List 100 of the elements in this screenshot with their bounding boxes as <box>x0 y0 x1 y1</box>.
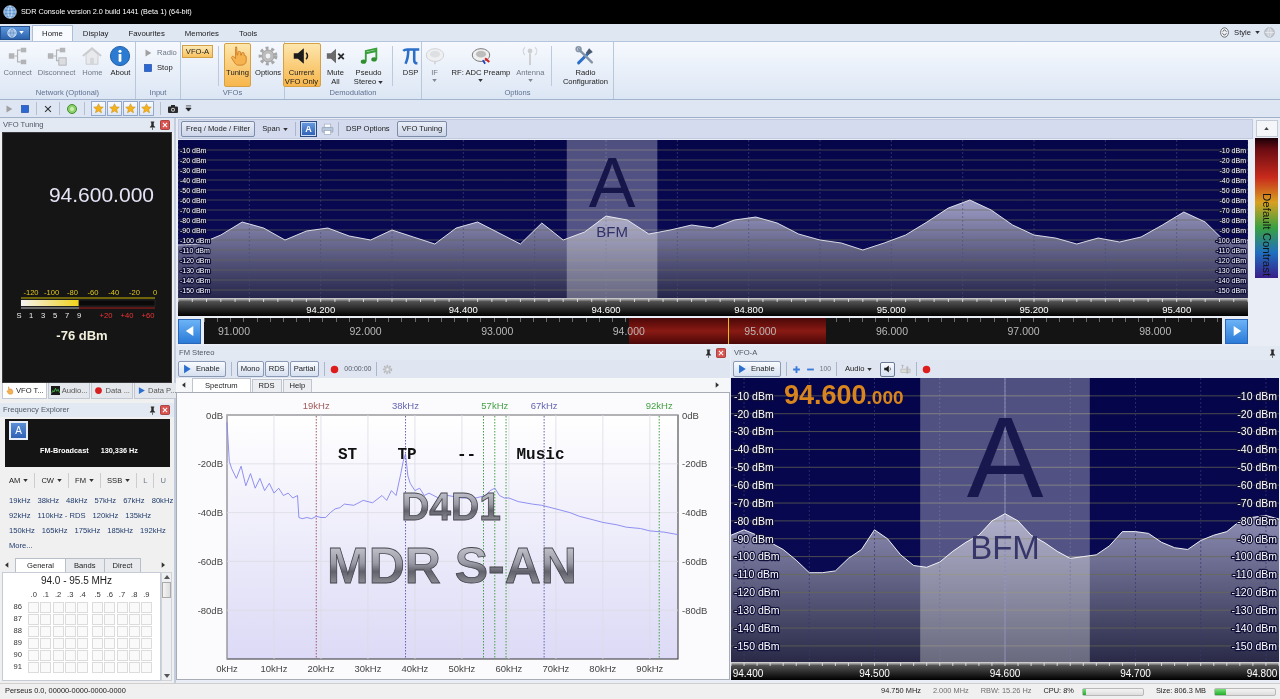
frequency-cell[interactable] <box>76 613 88 625</box>
frequency-cell[interactable] <box>76 625 88 637</box>
frequency-cell[interactable] <box>64 613 76 625</box>
frequency-cell[interactable] <box>28 625 40 637</box>
close-icon[interactable] <box>43 103 53 114</box>
frequency-cell[interactable] <box>140 613 152 625</box>
scrollbar[interactable] <box>161 572 172 681</box>
frequency-cell[interactable] <box>40 625 52 637</box>
plus-icon[interactable] <box>791 364 801 374</box>
frequency-cell[interactable] <box>64 637 76 649</box>
record-icon[interactable] <box>330 364 340 374</box>
vfo-button[interactable]: A <box>299 121 317 137</box>
frequency-cell[interactable] <box>92 661 104 673</box>
frequency-cell[interactable] <box>52 649 64 661</box>
scroll-down-icon[interactable] <box>163 674 170 678</box>
frequency-cell[interactable] <box>76 661 88 673</box>
frequency-cell[interactable] <box>64 625 76 637</box>
frequency-cell[interactable] <box>140 649 152 661</box>
frequency-cell[interactable] <box>76 637 88 649</box>
frequency-cell[interactable] <box>28 637 40 649</box>
close-icon[interactable] <box>160 405 170 415</box>
vfo-passband[interactable] <box>566 140 658 298</box>
scroll-left-icon[interactable] <box>182 382 186 388</box>
printer-icon[interactable] <box>320 122 334 136</box>
frequency-cell[interactable] <box>40 661 52 673</box>
favourite-button[interactable] <box>91 101 106 116</box>
frequency-cell[interactable] <box>116 625 128 637</box>
gear-icon[interactable] <box>382 363 394 375</box>
frequency-cell[interactable] <box>140 637 152 649</box>
frequency-cell[interactable] <box>116 601 128 613</box>
frequency-cell[interactable] <box>104 613 116 625</box>
frequency-cell[interactable] <box>128 649 140 661</box>
pin-icon[interactable] <box>1269 348 1276 358</box>
play-icon[interactable] <box>4 103 14 114</box>
frequency-cell[interactable] <box>40 637 52 649</box>
scroll-right-button[interactable] <box>1225 318 1248 344</box>
frequency-cell[interactable] <box>52 661 64 673</box>
scroll-left-button[interactable] <box>178 318 201 344</box>
frequency-cell[interactable] <box>128 661 140 673</box>
frequency-cell[interactable] <box>92 601 104 613</box>
speaker-button[interactable] <box>880 361 896 377</box>
frequency-cell[interactable] <box>128 601 140 613</box>
frequency-cell[interactable] <box>28 661 40 673</box>
frequency-cell[interactable] <box>92 625 104 637</box>
frequency-cell[interactable] <box>128 637 140 649</box>
frequency-cell[interactable] <box>92 613 104 625</box>
frequency-cell[interactable] <box>64 661 76 673</box>
frequency-cell[interactable] <box>40 601 52 613</box>
pin-icon[interactable] <box>705 348 712 358</box>
scroll-right-icon[interactable] <box>715 382 719 388</box>
frequency-cell[interactable] <box>104 649 116 661</box>
frequency-cell[interactable] <box>64 601 76 613</box>
close-icon[interactable] <box>160 120 170 130</box>
frequency-cell[interactable] <box>76 601 88 613</box>
frequency-cell[interactable] <box>40 613 52 625</box>
caret-icon[interactable] <box>185 105 192 112</box>
scroll-up-icon[interactable] <box>163 575 170 579</box>
frequency-cell[interactable] <box>116 613 128 625</box>
stop-icon[interactable] <box>20 103 30 114</box>
scroll-up-button[interactable] <box>1255 120 1278 137</box>
frequency-cell[interactable] <box>52 625 64 637</box>
application-menu-button[interactable] <box>0 25 30 40</box>
fader-icon[interactable] <box>900 363 912 375</box>
scroll-right-icon[interactable] <box>161 561 165 568</box>
vfo-passband[interactable] <box>920 378 1090 662</box>
frequency-cell[interactable] <box>116 637 128 649</box>
frequency-cell[interactable] <box>92 637 104 649</box>
frequency-cell[interactable] <box>52 601 64 613</box>
frequency-cell[interactable] <box>116 661 128 673</box>
frequency-cell[interactable] <box>40 649 52 661</box>
frequency-cell[interactable] <box>104 661 116 673</box>
favourite-button[interactable] <box>107 101 122 116</box>
frequency-cell[interactable] <box>104 637 116 649</box>
collapse-icon[interactable] <box>1219 27 1231 38</box>
frequency-cell[interactable] <box>52 637 64 649</box>
circle-icon[interactable] <box>66 102 78 115</box>
frequency-cell[interactable] <box>52 613 64 625</box>
frequency-cell[interactable] <box>104 601 116 613</box>
frequency-cell[interactable] <box>28 649 40 661</box>
pin-icon[interactable] <box>149 120 156 130</box>
band-scale[interactable]: 91.000 92.000 93.000 94.000 95.000 96.000 97.000 98.000 <box>204 318 1222 344</box>
frequency-cell[interactable] <box>140 625 152 637</box>
frequency-cell[interactable] <box>128 625 140 637</box>
frequency-cell[interactable] <box>140 601 152 613</box>
record-icon[interactable] <box>922 364 932 374</box>
frequency-cell[interactable] <box>28 601 40 613</box>
frequency-cell[interactable] <box>28 613 40 625</box>
frequency-cell[interactable] <box>64 649 76 661</box>
contrast-bar[interactable]: Default Contrast <box>1255 138 1278 278</box>
frequency-cell[interactable] <box>116 649 128 661</box>
favourite-button[interactable] <box>123 101 138 116</box>
pin-icon[interactable] <box>149 405 156 415</box>
camera-icon[interactable] <box>167 102 179 115</box>
scroll-left-icon[interactable] <box>5 561 9 568</box>
globe-icon[interactable] <box>1264 27 1275 38</box>
frequency-cell[interactable] <box>92 649 104 661</box>
frequency-cell[interactable] <box>104 625 116 637</box>
scrollbar-thumb[interactable] <box>162 582 171 598</box>
frequency-cell[interactable] <box>76 649 88 661</box>
close-icon[interactable] <box>716 348 726 358</box>
